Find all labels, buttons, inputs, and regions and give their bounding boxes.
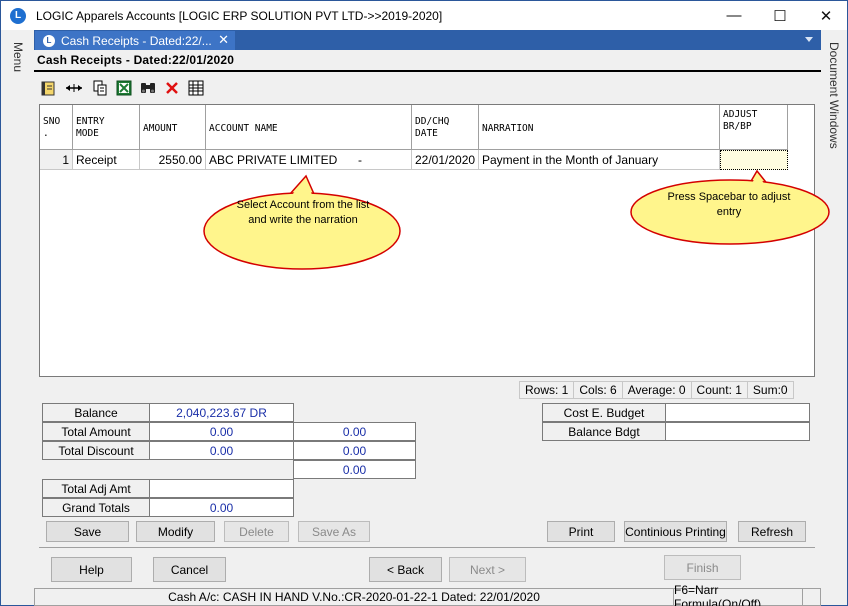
save-as-button[interactable]: Save As [298,521,370,542]
cell-entry-mode[interactable]: Receipt [73,150,140,170]
cell-account-name[interactable]: ABC PRIVATE LIMITED - [206,150,412,170]
total-discount-value: 0.00 [149,441,294,460]
column-header-label: SNO . [43,116,61,139]
extra-total-value: 0.00 [293,460,416,479]
status-cols: Cols: 6 [573,381,623,399]
tab-cash-receipts[interactable]: L Cash Receipts - Dated:22/... ✕ [35,31,235,50]
column-header-label: ACCOUNT NAME [209,123,278,134]
total-amount-label: Total Amount [42,422,150,441]
balance-bdgt-label: Balance Bdgt [542,422,666,441]
total-adj-amt-label: Total Adj Amt [42,479,150,498]
finish-button[interactable]: Finish [664,555,741,580]
grand-totals-label: Grand Totals [42,498,150,517]
status-rows: Rows: 1 [519,381,575,399]
menu-sidebar-label: Menu [11,42,25,73]
delete-button[interactable]: Delete [224,521,289,542]
title-bar: L LOGIC Apparels Accounts [LOGIC ERP SOL… [1,1,847,30]
modify-button[interactable]: Modify [136,521,215,542]
maximize-button[interactable]: ☐ [757,1,803,30]
tab-label: Cash Receipts - Dated:22/... [61,33,212,48]
notebook-icon[interactable] [39,79,57,97]
back-button[interactable]: < Back [369,557,442,582]
minimize-button[interactable]: — [711,1,757,30]
title-underline [34,70,821,72]
balance-value: 2,040,223.67 DR [149,403,294,422]
status-count: Count: 1 [690,381,748,399]
footer-spacer [802,588,821,606]
adjust-callout-text: Press Spacebar to adjust entry [667,191,791,218]
status-average: Average: 0 [621,381,692,399]
column-header-adjust-br-bp[interactable]: ADJUST BR/BP [720,105,788,150]
footer-status-bar: Cash A/c: CASH IN HAND V.No.:CR-2020-01-… [34,583,821,606]
document-windows-label: Document Windows [827,42,841,149]
account-callout-text: Select Account from the list and write t… [236,199,370,226]
grand-totals-value: 0.00 [149,498,294,517]
column-header-label: AMOUNT [143,123,178,134]
delete-icon[interactable] [163,79,181,97]
document-windows-sidebar[interactable]: Document Windows [821,30,847,588]
column-header-dd-chq-date[interactable]: DD/CHQ DATE [412,105,479,150]
next-button[interactable]: Next > [449,557,526,582]
excel-icon[interactable] [115,79,133,97]
account-name-text: ABC PRIVATE LIMITED [209,153,338,167]
menu-sidebar[interactable]: Menu [2,30,33,588]
column-header-label: DD/CHQ DATE [415,116,450,139]
grid-status-bar: Rows: 1 Cols: 6 Average: 0 Count: 1 Sum:… [519,381,794,399]
total-discount-label: Total Discount [42,441,150,460]
status-sum: Sum:0 [746,381,794,399]
arrows-icon[interactable] [63,79,85,97]
refresh-button[interactable]: Refresh [738,521,806,542]
account-suffix-text: - [358,153,362,167]
continuous-printing-button[interactable]: Continious Printing [624,521,727,542]
tab-dropdown-icon[interactable] [805,37,813,42]
print-button[interactable]: Print [547,521,615,542]
column-header-entry-mode[interactable]: ENTRY MODE [73,105,140,150]
total-discount-value-2: 0.00 [293,441,416,460]
help-button[interactable]: Help [51,557,132,582]
tab-close-icon[interactable]: ✕ [218,32,229,48]
column-header-label: ADJUST BR/BP [723,109,758,132]
cell-narration[interactable]: Payment in the Month of January [479,150,720,170]
narr-formula-hint: F6=Narr Formula(On/Off) [673,583,803,606]
cell-amount[interactable]: 2550.00 [140,150,206,170]
window-title: LOGIC Apparels Accounts [LOGIC ERP SOLUT… [36,8,443,23]
logic-tab-icon: L [43,34,55,47]
cancel-button[interactable]: Cancel [153,557,226,582]
copy-icon[interactable] [91,79,109,97]
binoculars-icon[interactable] [139,79,157,97]
total-amount-value-2: 0.00 [293,422,416,441]
column-header-label: ENTRY MODE [76,116,105,139]
cell-sno[interactable]: 1 [40,150,73,170]
total-adj-amt-value [149,479,294,498]
column-header-amount[interactable]: AMOUNT [140,105,206,150]
total-amount-value: 0.00 [149,422,294,441]
divider [39,547,815,548]
balance-bdgt-value [665,422,810,441]
column-header-narration[interactable]: NARRATION [479,105,720,150]
app-window: L LOGIC Apparels Accounts [LOGIC ERP SOL… [0,0,848,606]
cell-adjust-br-bp[interactable] [720,150,788,170]
grid-icon[interactable] [187,79,205,97]
column-header-account-name[interactable]: ACCOUNT NAME [206,105,412,150]
cost-budget-label: Cost E. Budget [542,403,666,422]
column-header-label: NARRATION [482,123,534,134]
cell-dd-chq-date[interactable]: 22/01/2020 [412,150,479,170]
voucher-info: Cash A/c: CASH IN HAND V.No.:CR-2020-01-… [34,588,674,606]
document-tab-strip: L Cash Receipts - Dated:22/... ✕ [34,30,821,50]
save-button[interactable]: Save [46,521,129,542]
cost-budget-value [665,403,810,422]
balance-label: Balance [42,403,150,422]
cash-receipts-form: Cash Receipts - Dated:22/01/2020 SNO . E… [34,50,830,588]
column-header-sno[interactable]: SNO . [40,105,73,150]
logic-app-icon: L [10,7,26,24]
grid-toolbar [39,77,205,99]
page-title: Cash Receipts - Dated:22/01/2020 [37,53,235,67]
close-button[interactable]: ✕ [803,1,848,30]
